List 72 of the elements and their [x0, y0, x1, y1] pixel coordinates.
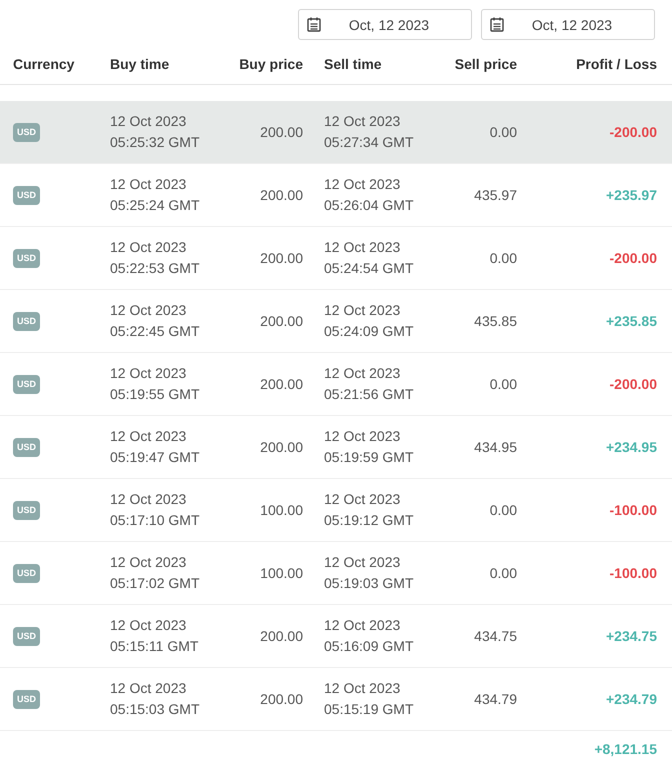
- profit-loss-cell: -100.00: [610, 502, 657, 518]
- currency-badge: USD: [13, 374, 40, 394]
- sell-price-cell-text: 0.00: [490, 248, 517, 268]
- total-profit-loss: +8,121.15: [594, 741, 657, 757]
- buy-price-cell-text: 200.00: [260, 374, 303, 394]
- sell-price-cell-text: 0.00: [490, 500, 517, 520]
- buy-price-cell-text: 200.00: [260, 186, 303, 204]
- column-header: Currency: [13, 56, 74, 72]
- buy-time-cell-text: 12 Oct 2023 05:19:47 GMT: [110, 427, 200, 467]
- sell-time-cell-text: 12 Oct 2023 05:16:09 GMT: [324, 616, 414, 656]
- currency-badge: USD: [13, 626, 40, 646]
- buy-time-cell-text: 12 Oct 2023 05:17:02 GMT: [110, 553, 200, 593]
- currency-badge: USD: [13, 248, 40, 268]
- column-header: Buy price: [239, 56, 303, 72]
- buy-price-cell-text: 200.00: [260, 438, 303, 456]
- date-picker[interactable]: Oct, 12 2023: [298, 9, 472, 40]
- profit-loss-cell: -200.00: [610, 250, 657, 266]
- buy-time-cell-text: 12 Oct 2023 05:22:45 GMT: [110, 301, 200, 341]
- sell-price-cell-text: 434.75: [474, 626, 517, 646]
- sell-price-cell-text: 0.00: [490, 564, 517, 582]
- buy-time-cell-text: 12 Oct 2023 05:25:24 GMT: [110, 175, 200, 215]
- column-header: Sell time: [323, 56, 382, 72]
- calendar-icon: [490, 17, 504, 32]
- currency-badge: USD: [13, 564, 40, 582]
- buy-price-cell-text: 200.00: [260, 248, 303, 268]
- sell-price-cell-text: 0.00: [490, 122, 517, 142]
- profit-loss-cell: -200.00: [610, 376, 657, 392]
- sell-price-cell-text: 434.95: [474, 438, 517, 456]
- profit-loss-cell: +234.95: [606, 439, 657, 455]
- profit-loss-cell: -100.00: [610, 565, 657, 581]
- profit-loss-cell: +235.85: [606, 313, 657, 329]
- sell-price-cell-text: 434.79: [474, 690, 517, 708]
- buy-price-cell-text: 200.00: [260, 312, 303, 330]
- column-header: Sell price: [454, 56, 517, 72]
- buy-price-cell-text: 200.00: [260, 690, 303, 708]
- profit-loss-cell: +234.79: [606, 691, 657, 707]
- sell-price-cell-text: 435.97: [474, 186, 517, 204]
- buy-time-cell-text: 12 Oct 2023 05:15:11 GMT: [110, 616, 198, 656]
- buy-time-cell-text: 12 Oct 2023 05:22:53 GMT: [110, 238, 200, 278]
- profit-loss-cell: +235.97: [606, 187, 657, 203]
- currency-badge: USD: [13, 312, 40, 330]
- buy-price-cell-text: 200.00: [260, 122, 303, 142]
- currency-badge: USD: [13, 690, 40, 708]
- currency-badge: USD: [13, 500, 40, 520]
- sell-time-cell-text: 12 Oct 2023 05:19:59 GMT: [324, 427, 414, 467]
- sell-time-cell-text: 12 Oct 2023 05:19:03 GMT: [324, 553, 414, 593]
- calendar-icon: [307, 17, 321, 32]
- table-row[interactable]: USD 12 Oct 2023 05:25:32 GMT 200.00 12 Oct 2023 05:27:34 GMT 0.00 -200.00: [0, 101, 672, 164]
- column-header: Buy time: [110, 56, 170, 72]
- buy-price-cell-text: 100.00: [260, 564, 303, 582]
- date-picker[interactable]: Oct, 12 2023: [481, 9, 655, 40]
- sell-time-cell-text: 12 Oct 2023 05:19:12 GMT: [324, 490, 414, 530]
- column-header: Profit / Loss: [576, 56, 657, 72]
- profit-loss-cell: +234.75: [606, 628, 657, 644]
- sell-time-cell-text: 12 Oct 2023 05:27:34 GMT: [324, 112, 414, 152]
- currency-badge: USD: [13, 122, 40, 142]
- buy-time-cell-text: 12 Oct 2023 05:15:03 GMT: [110, 679, 200, 719]
- buy-price-cell-text: 200.00: [260, 626, 303, 646]
- sell-price-cell-text: 435.85: [474, 312, 517, 330]
- currency-badge: USD: [13, 438, 40, 456]
- buy-price-cell-text: 100.00: [260, 500, 303, 520]
- currency-badge: USD: [13, 186, 40, 204]
- sell-time-cell-text: 12 Oct 2023 05:24:54 GMT: [324, 238, 414, 278]
- sell-time-cell-text: 12 Oct 2023 05:21:56 GMT: [324, 364, 414, 404]
- sell-time-cell-text: 12 Oct 2023 05:15:19 GMT: [324, 679, 414, 719]
- sell-time-cell-text: 12 Oct 2023 05:26:04 GMT: [324, 175, 414, 215]
- sell-time-cell-text: 12 Oct 2023 05:24:09 GMT: [324, 301, 414, 341]
- buy-time-cell-text: 12 Oct 2023 05:19:55 GMT: [110, 364, 200, 404]
- buy-time-cell-text: 12 Oct 2023 05:17:10 GMT: [110, 490, 200, 530]
- buy-time-cell-text: 12 Oct 2023 05:25:32 GMT: [110, 112, 200, 152]
- sell-price-cell-text: 0.00: [490, 374, 517, 394]
- profit-loss-cell: -200.00: [610, 124, 657, 140]
